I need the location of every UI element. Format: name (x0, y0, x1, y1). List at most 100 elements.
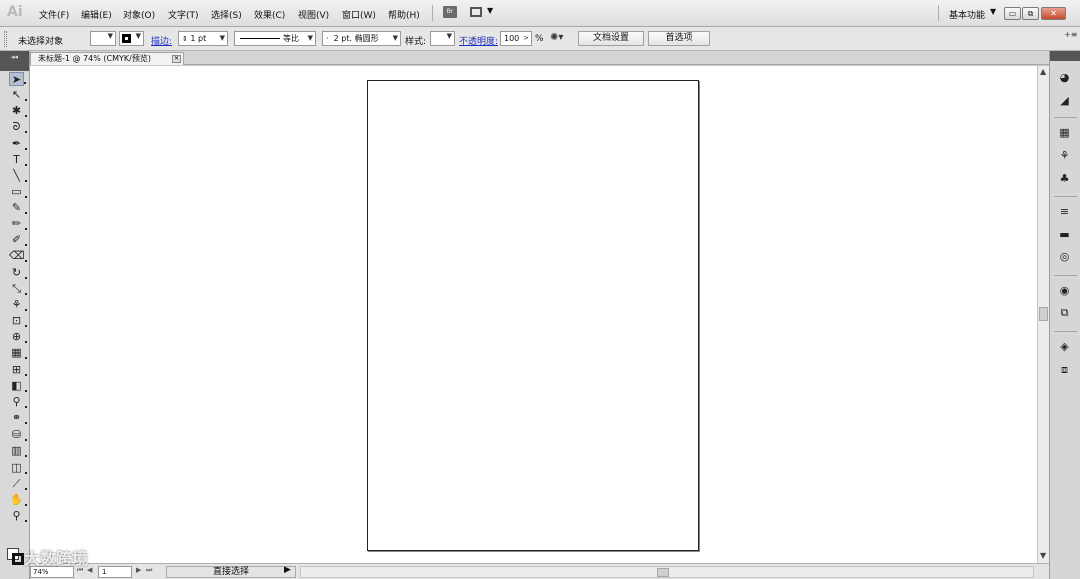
swatches-panel-icon[interactable]: ▦ (1057, 126, 1072, 140)
artboard[interactable] (367, 80, 699, 551)
scroll-up-icon[interactable]: ▲ (1040, 67, 1046, 76)
close-button[interactable]: ✕ (1041, 7, 1066, 20)
type-tool-icon[interactable]: T (9, 153, 27, 167)
symbols-panel-icon[interactable]: ♣ (1057, 172, 1072, 186)
scroll-thumb[interactable] (657, 568, 669, 577)
menu-object[interactable]: 对象(O) (123, 8, 155, 21)
hand-tool-icon[interactable]: ✋ (9, 493, 27, 507)
minimize-button[interactable]: ▭ (1004, 7, 1021, 20)
pen-tool-icon[interactable]: ✒ (9, 137, 27, 151)
artboards-panel-icon[interactable]: ⧈ (1057, 363, 1072, 377)
bridge-button[interactable]: Br (443, 6, 457, 18)
symbol-sprayer-tool-icon[interactable]: ⛁ (9, 428, 27, 442)
column-graph-tool-icon[interactable]: ▥ (9, 444, 27, 458)
menu-file[interactable]: 文件(F) (39, 8, 69, 21)
panel-menu-icon[interactable]: +≡ (1064, 30, 1077, 39)
menu-type[interactable]: 文字(T) (168, 8, 199, 21)
paintbrush-tool-icon[interactable]: ✎ (9, 201, 27, 215)
document-tab-bar: 未标题-1 @ 74% (CMYK/预览) ✕ (30, 51, 1049, 65)
stroke-panel-link[interactable]: 描边: (151, 34, 172, 47)
chevron-right-icon[interactable]: ▶ (284, 565, 291, 575)
scroll-down-icon[interactable]: ▼ (1040, 551, 1046, 560)
chevron-down-icon[interactable]: ▼ (990, 7, 996, 16)
free-transform-tool-icon[interactable]: ⊡ (9, 314, 27, 328)
menu-edit[interactable]: 编辑(E) (81, 8, 112, 21)
chevron-down-icon: ▼ (307, 34, 313, 42)
menu-select[interactable]: 选择(S) (211, 8, 242, 21)
lasso-tool-icon[interactable]: ᘐ (9, 120, 27, 134)
current-tool-status[interactable]: 直接选择 (166, 566, 296, 578)
document-tab[interactable]: 未标题-1 @ 74% (CMYK/预览) ✕ (30, 52, 184, 65)
canvas[interactable] (30, 66, 1037, 563)
panel-separator (1054, 196, 1077, 197)
eyedropper-tool-icon[interactable]: ⚲ (9, 395, 27, 409)
artboard-tool-icon[interactable]: ◫ (9, 461, 27, 475)
perspective-grid-tool-icon[interactable]: ▦ (9, 346, 27, 360)
artboard-number: 1 (102, 568, 107, 576)
eraser-tool-icon[interactable]: ⌫ (9, 249, 27, 263)
graphic-styles-panel-icon[interactable]: ⧉ (1057, 306, 1072, 320)
magic-wand-tool-icon[interactable]: ✱ (9, 104, 27, 118)
layers-panel-icon[interactable]: ◈ (1057, 340, 1072, 354)
restore-button[interactable]: ⧉ (1022, 7, 1039, 20)
rotate-tool-icon[interactable]: ↻ (9, 266, 27, 280)
stroke-swatch-icon[interactable] (12, 553, 24, 565)
chevron-right-icon[interactable]: > (523, 32, 529, 45)
menu-window[interactable]: 窗口(W) (342, 8, 376, 21)
pencil-tool-icon[interactable]: ✏ (9, 217, 27, 231)
document-setup-button[interactable]: 文档设置 (578, 31, 644, 46)
direct-selection-tool-icon[interactable]: ↖ (9, 88, 27, 102)
transparency-panel-icon[interactable]: ◎ (1057, 250, 1072, 264)
menu-view[interactable]: 视图(V) (298, 8, 329, 21)
brush-definition-dropdown[interactable]: · 2 pt. 椭圆形 ▼ (322, 31, 401, 46)
scale-tool-icon[interactable]: ⤡ (9, 282, 27, 296)
opacity-field[interactable]: 100 > (500, 31, 532, 46)
blob-brush-tool-icon[interactable]: ✐ (9, 233, 27, 247)
horizontal-scrollbar[interactable] (300, 566, 1034, 578)
line-tool-icon[interactable]: ╲ (9, 169, 27, 183)
recolor-artwork-icon[interactable]: ✺▾ (550, 32, 563, 43)
collapse-panel-icon[interactable]: ◂◂ (0, 51, 29, 71)
zoom-tool-icon[interactable]: ⚲ (9, 509, 27, 523)
scroll-thumb[interactable] (1039, 307, 1048, 321)
stroke-weight-field[interactable]: ⇕ 1 pt ▼ (178, 31, 228, 46)
blend-tool-icon[interactable]: ⚭ (9, 411, 27, 425)
expand-panels-icon[interactable] (1050, 51, 1080, 61)
menu-help[interactable]: 帮助(H) (388, 8, 420, 21)
panel-grip[interactable] (4, 31, 7, 47)
artboard-number-field[interactable]: 1 (98, 566, 132, 578)
selection-tool-icon[interactable]: ➤ (9, 72, 26, 86)
panel-separator (1054, 275, 1077, 276)
fill-stroke-swatches[interactable] (7, 548, 25, 566)
vertical-scrollbar[interactable]: ▲ ▼ (1037, 66, 1049, 563)
mesh-tool-icon[interactable]: ⊞ (9, 363, 27, 377)
next-artboard-icon[interactable]: ▶ (136, 566, 141, 574)
stroke-color-dropdown[interactable]: ▼ (119, 31, 144, 46)
chevron-down-icon[interactable]: ▼ (487, 6, 493, 15)
gradient-tool-icon[interactable]: ◧ (9, 379, 27, 393)
stroke-panel-icon[interactable]: ≡ (1057, 205, 1072, 219)
shape-builder-tool-icon[interactable]: ⊕ (9, 330, 27, 344)
menu-separator (938, 5, 939, 21)
graphic-style-dropdown[interactable]: ▼ (430, 31, 455, 46)
last-artboard-icon[interactable]: ⏭ (146, 566, 152, 575)
warp-tool-icon[interactable]: ⚘ (9, 298, 27, 312)
stepper-icon[interactable]: ⇕ (182, 35, 188, 43)
arrange-documents-icon[interactable] (470, 7, 482, 17)
chevron-down-icon: ▼ (107, 32, 113, 40)
close-icon[interactable]: ✕ (172, 55, 181, 63)
workspace-switcher[interactable]: 基本功能 (949, 8, 985, 21)
slice-tool-icon[interactable]: ⟋ (9, 477, 27, 491)
brushes-panel-icon[interactable]: ⚘ (1057, 149, 1072, 163)
rectangle-tool-icon[interactable]: ▭ (9, 185, 27, 199)
gradient-panel-icon[interactable]: ▬ (1057, 228, 1072, 242)
fill-color-dropdown[interactable]: ▼ (90, 31, 116, 46)
stroke-profile-dropdown[interactable]: 等比 ▼ (234, 31, 316, 46)
color-panel-icon[interactable]: ◕ (1057, 71, 1072, 85)
preferences-button[interactable]: 首选项 (648, 31, 710, 46)
appearance-panel-icon[interactable]: ◉ (1057, 284, 1072, 298)
menu-effect[interactable]: 效果(C) (254, 8, 285, 21)
chevron-down-icon: ▼ (135, 32, 141, 40)
color-guide-panel-icon[interactable]: ◢ (1057, 94, 1072, 108)
opacity-panel-link[interactable]: 不透明度: (459, 34, 498, 47)
